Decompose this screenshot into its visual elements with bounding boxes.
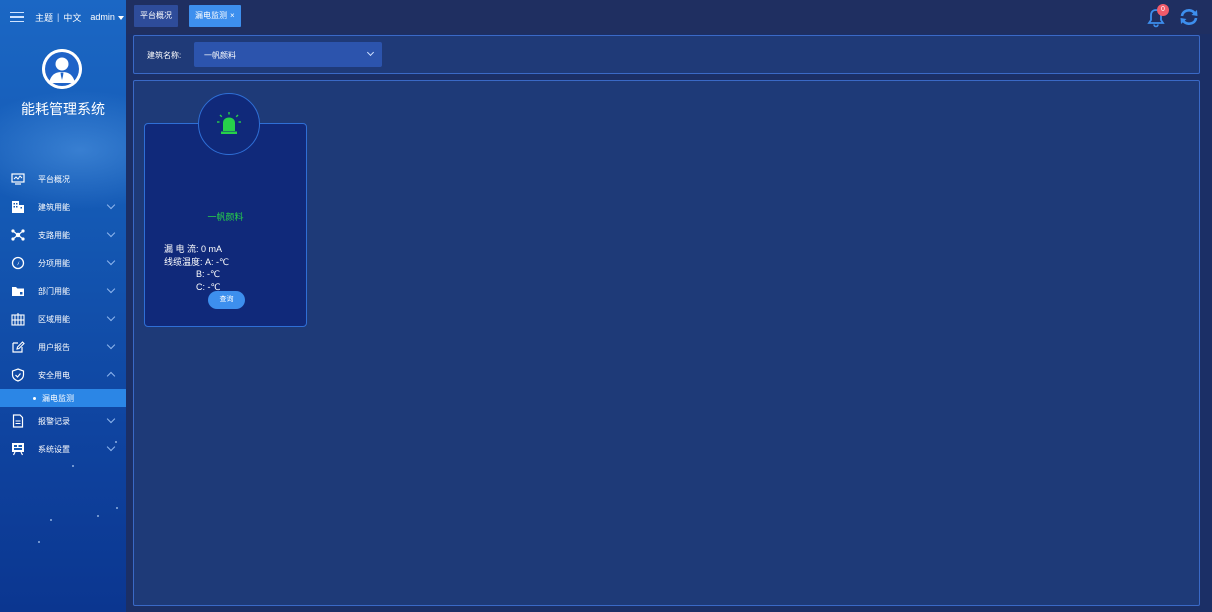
- alarm-light-icon: [217, 112, 241, 134]
- building-name-label: 建筑名称:: [147, 51, 182, 60]
- settings-board-icon: [11, 442, 25, 456]
- chevron-down-icon: [106, 414, 116, 424]
- tab-platform-overview[interactable]: 平台概况: [134, 5, 178, 27]
- sidebar-item-safe-electricity[interactable]: 安全用电: [0, 361, 126, 389]
- sidebar-item-label: 分项用能: [38, 258, 70, 268]
- decor-dot: [50, 519, 52, 521]
- system-title: 能耗管理系统: [21, 101, 105, 117]
- folder-icon: [11, 284, 25, 298]
- sidebar-item-system-settings[interactable]: 系统设置: [0, 435, 126, 463]
- caret-down-icon: [117, 15, 124, 20]
- edit-icon: [11, 340, 25, 354]
- sidebar-item-label: 支路用能: [38, 230, 70, 240]
- sidebar-subitem-label: 漏电监测: [42, 393, 74, 403]
- close-icon[interactable]: ×: [230, 11, 235, 20]
- network-icon: [11, 228, 25, 242]
- sidebar-item-platform-overview[interactable]: 平台概况: [0, 165, 126, 193]
- monitor-icon: [11, 172, 25, 186]
- phase-a-temp: A: -℃: [205, 256, 230, 267]
- leak-current-row: 漏 电 流: 0 mA: [164, 243, 229, 256]
- sidebar-item-itemized-energy[interactable]: 分项用能: [0, 249, 126, 277]
- chevron-down-icon: [106, 284, 116, 294]
- sidebar: 主题 | 中文 admin 能耗管理系统 平台概况 建筑用能 支路用能 分项用能…: [0, 0, 126, 612]
- phase-b-temp: B: -℃: [196, 269, 221, 279]
- cable-temp-label: 线缆温度:: [164, 256, 203, 267]
- sidebar-item-label: 安全用电: [38, 370, 70, 380]
- theme-link[interactable]: 主题: [35, 11, 53, 24]
- sidebar-item-area-energy[interactable]: 区域用能: [0, 305, 126, 333]
- chevron-down-icon: [106, 200, 116, 210]
- building-select-value: 一帆颜料: [204, 51, 236, 60]
- decor-dot: [72, 465, 74, 467]
- sidebar-item-department-energy[interactable]: 部门用能: [0, 277, 126, 305]
- sidebar-nav: 平台概况 建筑用能 支路用能 分项用能 部门用能 区域用能 用户报告 安全用电 …: [0, 165, 126, 463]
- language-link[interactable]: 中文: [63, 11, 81, 24]
- topbar-separator: |: [57, 12, 60, 22]
- sidebar-item-label: 用户报告: [38, 342, 70, 352]
- chevron-down-icon: [106, 312, 116, 322]
- grid-icon: [11, 312, 25, 326]
- user-avatar-icon: [42, 49, 82, 89]
- sidebar-subitem-leakage-monitoring[interactable]: 漏电监测: [0, 389, 126, 407]
- sidebar-item-label: 建筑用能: [38, 202, 70, 212]
- tab-label: 漏电监测: [195, 11, 227, 20]
- chevron-down-icon: [366, 48, 375, 57]
- top-header: 平台概况 漏电监测 × 0: [126, 0, 1212, 34]
- refresh-icon[interactable]: [1178, 6, 1200, 28]
- menu-toggle-icon[interactable]: [10, 11, 24, 23]
- content-panel: 一帆颜料 漏 电 流: 0 mA 线缆温度: A: -℃ B: -℃ C: -℃…: [133, 80, 1200, 606]
- decor-dot: [97, 515, 99, 517]
- query-button[interactable]: 查询: [208, 291, 245, 309]
- chevron-down-icon: [106, 442, 116, 452]
- chevron-down-icon: [106, 256, 116, 266]
- sidebar-item-label: 区域用能: [38, 314, 70, 324]
- avatar: [42, 49, 82, 89]
- sidebar-item-user-report[interactable]: 用户报告: [0, 333, 126, 361]
- sidebar-topbar: 主题 | 中文 admin: [0, 0, 126, 34]
- bullet-dot: [33, 396, 36, 400]
- sidebar-item-label: 部门用能: [38, 286, 70, 296]
- decor-dot: [38, 541, 40, 543]
- chevron-down-icon: [106, 340, 116, 350]
- sidebar-item-branch-energy[interactable]: 支路用能: [0, 221, 126, 249]
- cable-temp-row: 线缆温度: A: -℃: [164, 256, 229, 269]
- notification-badge: 0: [1157, 4, 1169, 16]
- building-icon: [11, 200, 25, 214]
- leak-current-label: 漏 电 流:: [164, 244, 199, 254]
- phase-c-temp: C: -℃: [196, 281, 221, 292]
- leak-current-value: 0 mA: [201, 244, 223, 254]
- user-menu[interactable]: admin: [90, 12, 124, 22]
- card-building-name: 一帆颜料: [207, 212, 244, 222]
- phase-b-row: B: -℃: [164, 268, 229, 281]
- tab-label: 平台概况: [140, 11, 172, 20]
- chevron-down-icon: [106, 228, 116, 238]
- chevron-up-icon: [106, 371, 116, 381]
- document-icon: [11, 414, 25, 428]
- user-name: admin: [90, 12, 115, 22]
- card-readings: 漏 电 流: 0 mA 线缆温度: A: -℃ B: -℃ C: -℃: [164, 243, 229, 293]
- sidebar-item-alarm-records[interactable]: 报警记录: [0, 407, 126, 435]
- sidebar-item-label: 系统设置: [38, 444, 70, 454]
- decor-dot: [116, 507, 118, 509]
- sidebar-item-label: 平台概况: [38, 174, 70, 184]
- sidebar-item-building-energy[interactable]: 建筑用能: [0, 193, 126, 221]
- building-select[interactable]: 一帆颜料: [194, 42, 382, 67]
- gauge-icon: [11, 256, 25, 270]
- filter-bar: 建筑名称: 一帆颜料: [133, 35, 1200, 74]
- tab-leakage-monitoring[interactable]: 漏电监测 ×: [189, 5, 241, 27]
- alarm-status-circle: [198, 93, 260, 155]
- shield-icon: [11, 368, 25, 382]
- sidebar-item-label: 报警记录: [38, 416, 70, 426]
